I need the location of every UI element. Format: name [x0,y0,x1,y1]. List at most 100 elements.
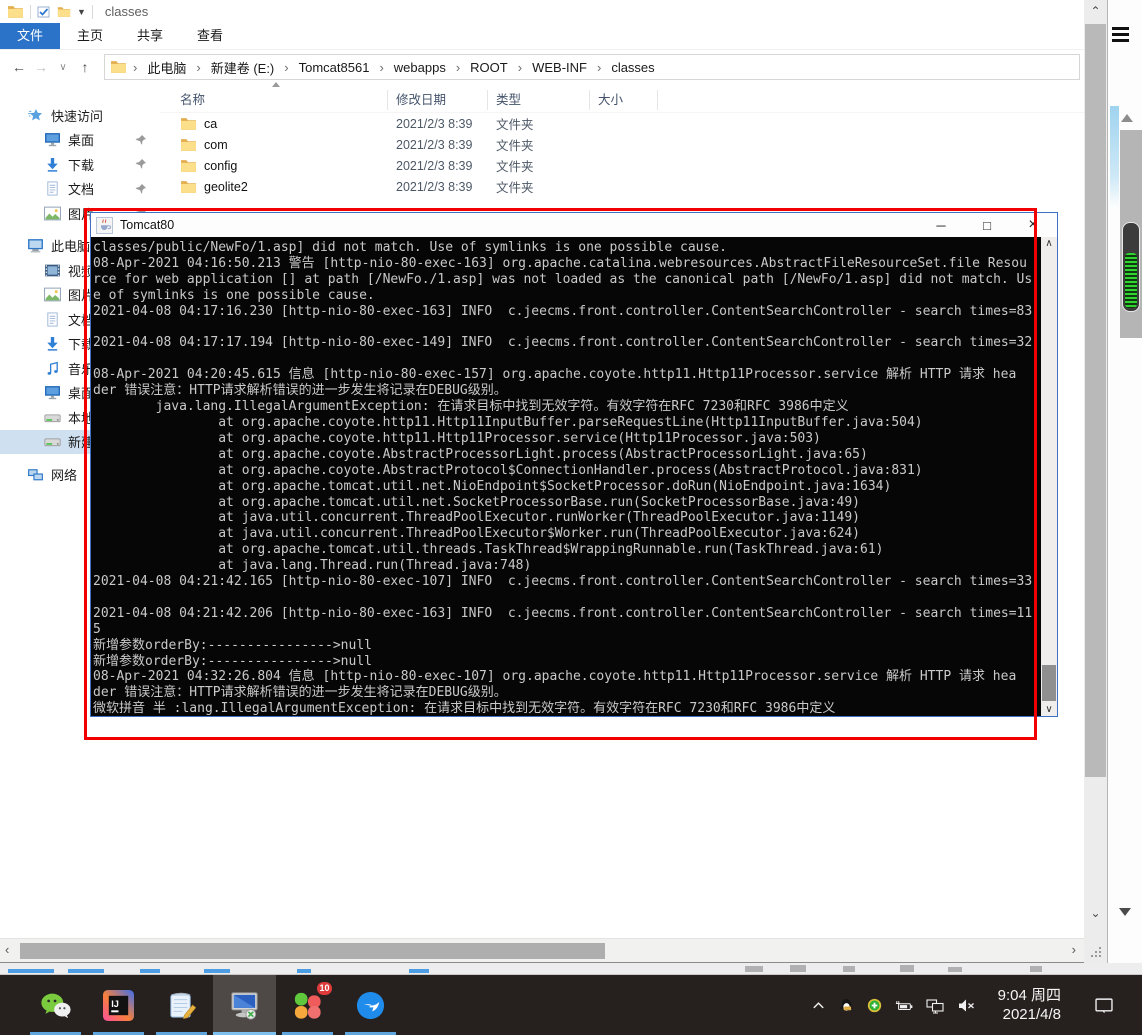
address-row: ← → ∨ ↑ › 此电脑 › 新建卷 (E:) › Tomcat8561 › webapps… [0,50,1084,84]
document-icon [44,181,61,196]
remote-taskbar-ghost [8,969,54,973]
ribbon-tab[interactable]: 文件 [0,23,61,49]
folder-icon [180,138,197,152]
divider [30,4,31,19]
console-titlebar[interactable]: Tomcat80 ─ □ × [91,213,1057,237]
menu-icon[interactable] [1112,27,1129,42]
panel-scroll-down-icon[interactable] [1119,908,1131,916]
panel-scrollbar[interactable] [1120,130,1142,338]
qq-icon[interactable] [839,998,854,1013]
blue-gradient-band [1110,106,1119,208]
sidebar-item[interactable]: 下载 [0,152,160,177]
dingtalk-icon [355,990,386,1021]
back-button[interactable]: ← [8,56,30,78]
column-header[interactable]: 名称 [160,89,388,110]
column-header[interactable]: 大小 [590,89,658,110]
forward-button[interactable]: → [30,56,52,78]
console-title: Tomcat80 [120,218,175,232]
breadcrumb-separator-icon: › [133,59,138,75]
taskbar-clock[interactable]: 9:04 周四 2021/4/8 [998,986,1061,1024]
taskbar-app-intellij-idea[interactable]: IJ [87,975,150,1035]
breadcrumb-item[interactable]: Tomcat8561 [295,60,374,75]
console-log: classes/public/NewFo/1.asp] did not matc… [93,240,1033,716]
annotation-gap [87,717,1034,738]
column-header[interactable]: 修改日期 [388,89,488,110]
address-bar[interactable]: › 此电脑 › 新建卷 (E:) › Tomcat8561 › webapps › ROOT › WE… [104,54,1080,80]
breadcrumb-separator-icon: › [196,59,201,75]
vertical-scrollbar[interactable]: ⌃ ⌄ [1084,0,1107,963]
resize-grip[interactable] [1099,955,1101,957]
document-icon [44,312,61,327]
taskbar-app-wechat[interactable] [24,975,87,1035]
remote-tray-ghost [790,965,806,972]
horizontal-scrollbar-thumb[interactable] [20,943,605,959]
close-button[interactable]: × [1025,216,1041,234]
ribbon-tab[interactable]: 查看 [180,23,240,49]
vertical-scrollbar-thumb[interactable] [1085,24,1106,777]
breadcrumb-item[interactable]: webapps [390,60,450,75]
explorer-titlebar[interactable]: ▼ classes [0,0,1084,23]
console-scroll-down-icon[interactable]: ∨ [1041,704,1057,715]
remote-tray-ghost [745,966,763,972]
wechat-icon [40,990,71,1021]
breadcrumb-item[interactable]: 此电脑 [143,58,190,77]
breadcrumb-item[interactable]: ROOT [466,60,512,75]
chevron-up-icon[interactable] [811,998,826,1013]
console-scroll-up-icon[interactable]: ∧ [1041,238,1057,249]
thumb-stripes [1125,253,1137,308]
console-scrollbar[interactable]: ∧ ∨ [1041,237,1057,716]
remote-taskbar-ghost [68,969,104,973]
up-button[interactable]: ↑ [74,56,96,78]
clock-time: 9:04 周四 [997,987,1061,1004]
console-scrollbar-thumb[interactable] [1042,665,1056,701]
sidebar-item[interactable]: 文档 [0,177,160,202]
action-center-icon[interactable] [1094,997,1114,1014]
scroll-right-icon[interactable]: › [1072,942,1076,957]
recent-locations-caret-icon[interactable]: ∨ [52,56,74,78]
sidebar-section-quick-access[interactable]: 快速访问 [0,103,160,128]
breadcrumb-separator-icon: › [379,59,384,75]
breadcrumb-item[interactable]: WEB-INF [528,60,591,75]
disk-icon [44,434,61,449]
svg-text:IJ: IJ [111,998,119,1008]
file-row[interactable]: geolite2 2021/2/3 8:39 文件夹 [160,176,1084,197]
check-properties-icon[interactable] [37,6,51,18]
panel-scrollbar-thumb[interactable] [1122,222,1140,312]
taskbar-app-notepad[interactable] [150,975,213,1035]
taskbar-app-dingtalk[interactable] [339,975,402,1035]
new-folder-icon[interactable] [57,6,71,18]
breadcrumb-separator-icon: › [596,59,602,75]
ribbon-tab[interactable]: 共享 [120,23,180,49]
taskbar-app-pinwheel-app[interactable]: 10 [276,975,339,1035]
file-row[interactable]: com 2021/2/3 8:39 文件夹 [160,134,1084,155]
sidebar-item[interactable]: 桌面 [0,128,160,153]
sort-ascending-icon [272,82,280,87]
horizontal-scrollbar[interactable]: ‹ › [0,938,1084,962]
panel-scroll-up-icon[interactable] [1121,114,1133,122]
desktop-icon [44,132,61,147]
battery-icon[interactable] [895,997,913,1014]
scroll-left-icon[interactable]: ‹ [5,942,9,957]
antivirus-icon[interactable] [867,998,882,1013]
ribbon-tab[interactable]: 主页 [60,23,120,49]
column-header[interactable]: 类型 [488,89,590,110]
remote-tray-ghost [1030,966,1042,972]
breadcrumb-item[interactable]: 新建卷 (E:) [207,58,279,77]
network-icon [27,467,44,482]
file-row[interactable]: ca 2021/2/3 8:39 文件夹 [160,113,1084,134]
maximize-button[interactable]: □ [979,218,995,233]
taskbar-app-remote-desktop[interactable] [213,975,276,1035]
app-folder-icon [7,5,24,19]
minimize-button[interactable]: ─ [933,218,949,233]
speaker-muted-icon[interactable] [957,997,975,1014]
projector-icon[interactable] [926,997,944,1014]
computer-icon [27,238,44,253]
desktop-icon [44,385,61,400]
scroll-up-icon[interactable]: ⌃ [1084,4,1107,18]
folder-icon [180,117,197,131]
qat-customize-caret-icon[interactable]: ▼ [77,7,86,17]
file-row[interactable]: config 2021/2/3 8:39 文件夹 [160,155,1084,176]
console-output[interactable]: classes/public/NewFo/1.asp] did not matc… [91,237,1041,716]
scroll-down-icon[interactable]: ⌄ [1084,906,1107,920]
breadcrumb-item[interactable]: classes [607,60,658,75]
